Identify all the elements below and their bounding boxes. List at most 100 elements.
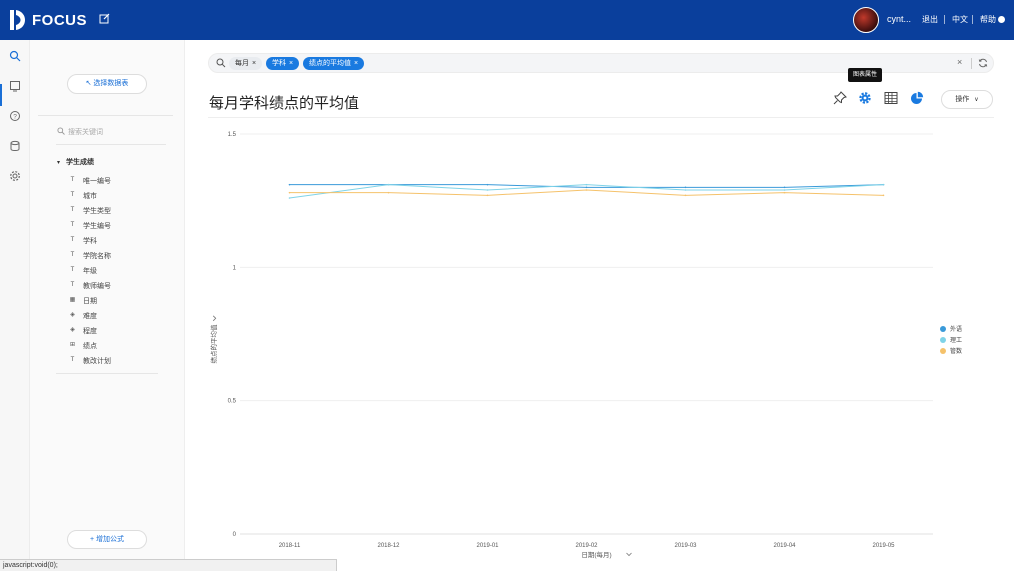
svg-text:?: ? bbox=[13, 113, 17, 120]
x-axis-label: 日期(每月) bbox=[581, 550, 611, 559]
y-axis-label: 绩点的平均值 bbox=[209, 324, 218, 364]
data-point bbox=[585, 186, 588, 189]
help-link[interactable]: 帮助 bbox=[980, 14, 1005, 25]
query-chip-month[interactable]: 每月 × bbox=[229, 57, 263, 70]
text-field-icon: T bbox=[70, 222, 75, 228]
user-avatar[interactable] bbox=[853, 7, 879, 33]
data-point bbox=[486, 189, 489, 191]
field-item[interactable]: T 教改计划 bbox=[68, 353, 111, 368]
logo-text: FOCUS bbox=[32, 11, 87, 29]
data-point bbox=[288, 197, 291, 199]
dashboard-icon[interactable] bbox=[9, 80, 21, 92]
field-item[interactable]: T 教师编号 bbox=[68, 278, 111, 293]
legend-label: 理工 bbox=[950, 338, 963, 344]
text-field-icon: T bbox=[70, 357, 75, 363]
field-item[interactable]: T 学生类型 bbox=[68, 203, 111, 218]
topbar-separator bbox=[944, 15, 945, 24]
field-label: 程度 bbox=[83, 327, 97, 335]
calendar-field-icon: ▦ bbox=[69, 297, 76, 303]
search-icon bbox=[216, 58, 226, 68]
data-point bbox=[486, 183, 489, 186]
field-item[interactable]: T 年级 bbox=[68, 263, 111, 278]
line-chart: 0 0.5 1 1.5 2018-11 2018-12 2019-01 2019-02 2019… bbox=[209, 132, 933, 559]
chart-properties-tooltip: 图表属性 bbox=[848, 68, 883, 82]
username[interactable]: cynt... bbox=[887, 14, 911, 24]
x-axis-dropdown-icon bbox=[626, 552, 632, 557]
y-tick-label: 0.5 bbox=[228, 399, 237, 405]
focus-logo[interactable]: FOCUS bbox=[10, 10, 87, 30]
field-item[interactable]: T 唯一编号 bbox=[68, 173, 111, 188]
data-point bbox=[882, 194, 885, 197]
legend-item[interactable]: 外语 bbox=[940, 323, 962, 334]
search-separator bbox=[971, 58, 972, 69]
data-point bbox=[684, 194, 687, 197]
field-search-input[interactable]: 搜索关键词 bbox=[56, 125, 166, 141]
query-chip-gpa-average[interactable]: 绩点的平均值 × bbox=[303, 57, 365, 70]
legend-dot-icon bbox=[940, 325, 946, 332]
y-axis-dropdown-icon bbox=[212, 315, 217, 322]
field-label: 学生编号 bbox=[83, 222, 111, 230]
pin-icon[interactable] bbox=[833, 91, 847, 105]
field-item[interactable]: T 学院名称 bbox=[68, 248, 111, 263]
y-tick-label: 1.5 bbox=[228, 132, 237, 138]
field-item[interactable]: T 学生编号 bbox=[68, 218, 111, 233]
legend-label: 管数 bbox=[950, 349, 963, 355]
x-tick-label: 2018-12 bbox=[377, 543, 400, 549]
text-field-icon: T bbox=[70, 237, 75, 243]
rail-active-indicator bbox=[0, 84, 2, 106]
top-navigation-bar: FOCUS cynt... 退出 中文 帮助 bbox=[0, 0, 1014, 40]
collapse-caret-icon: ▾ bbox=[57, 160, 61, 166]
number-field-icon: ⊞ bbox=[69, 342, 76, 348]
help-circle-icon[interactable]: ? bbox=[9, 110, 21, 122]
add-formula-button[interactable]: + 增加公式 bbox=[67, 530, 147, 549]
remove-chip-icon[interactable]: × bbox=[354, 60, 358, 67]
select-table-button[interactable]: ↖ 选择数据表 bbox=[67, 74, 147, 94]
operations-dropdown[interactable]: 操作 ∨ bbox=[941, 90, 993, 109]
data-point bbox=[783, 186, 786, 189]
chip-label: 绩点的平均值 bbox=[309, 60, 351, 67]
data-source-sidebar: ↖ 选择数据表 搜索关键词 ▾ 学生成绩 T 唯一编号 T 城市 T 学生类型 T 学生编号 T 学… bbox=[30, 40, 185, 571]
text-field-icon: T bbox=[70, 192, 75, 198]
chart-settings-gear-icon[interactable] bbox=[858, 91, 872, 105]
search-icon[interactable] bbox=[9, 50, 21, 62]
data-point bbox=[585, 189, 588, 191]
data-point bbox=[486, 194, 489, 197]
text-field-icon: T bbox=[70, 252, 75, 258]
field-item[interactable]: ⊞ 绩点 bbox=[68, 338, 111, 353]
field-item[interactable]: ◈ 难度 bbox=[68, 308, 111, 323]
help-icon bbox=[998, 16, 1005, 23]
field-item[interactable]: T 学科 bbox=[68, 233, 111, 248]
edit-icon[interactable] bbox=[99, 13, 110, 24]
pie-chart-icon[interactable] bbox=[910, 91, 924, 105]
text-field-icon: T bbox=[70, 177, 75, 183]
field-item[interactable]: ▦ 日期 bbox=[68, 293, 111, 308]
x-tick-label: 2019-05 bbox=[872, 543, 895, 549]
field-label: 教改计划 bbox=[83, 357, 111, 365]
field-label: 日期 bbox=[83, 297, 97, 305]
y-tick-label: 1 bbox=[233, 265, 237, 271]
refresh-icon[interactable] bbox=[978, 58, 988, 68]
field-label: 学科 bbox=[83, 237, 97, 245]
chip-label: 每月 bbox=[235, 60, 249, 67]
database-icon[interactable] bbox=[9, 140, 21, 152]
data-point bbox=[387, 191, 390, 194]
language-link[interactable]: 中文 bbox=[952, 14, 968, 25]
legend-item[interactable]: 理工 bbox=[940, 334, 962, 345]
remove-chip-icon[interactable]: × bbox=[289, 60, 293, 67]
query-chip-subject[interactable]: 学科 × bbox=[266, 57, 300, 70]
logout-link[interactable]: 退出 bbox=[922, 14, 938, 25]
field-item[interactable]: ◈ 程度 bbox=[68, 323, 111, 338]
page-title: 每月学科绩点的平均值 bbox=[209, 95, 360, 112]
table-tree-root[interactable]: ▾ 学生成绩 bbox=[57, 157, 94, 167]
settings-gear-icon[interactable] bbox=[9, 170, 21, 182]
table-view-icon[interactable] bbox=[884, 91, 898, 105]
remove-chip-icon[interactable]: × bbox=[252, 60, 256, 67]
operations-label: 操作 bbox=[955, 96, 970, 103]
title-divider bbox=[208, 117, 994, 118]
data-point bbox=[585, 183, 588, 186]
field-item[interactable]: T 城市 bbox=[68, 188, 111, 203]
data-point bbox=[684, 186, 687, 189]
legend-dot-icon bbox=[940, 347, 946, 354]
clear-search-icon[interactable]: × bbox=[957, 57, 962, 67]
legend-item[interactable]: 管数 bbox=[940, 345, 962, 356]
